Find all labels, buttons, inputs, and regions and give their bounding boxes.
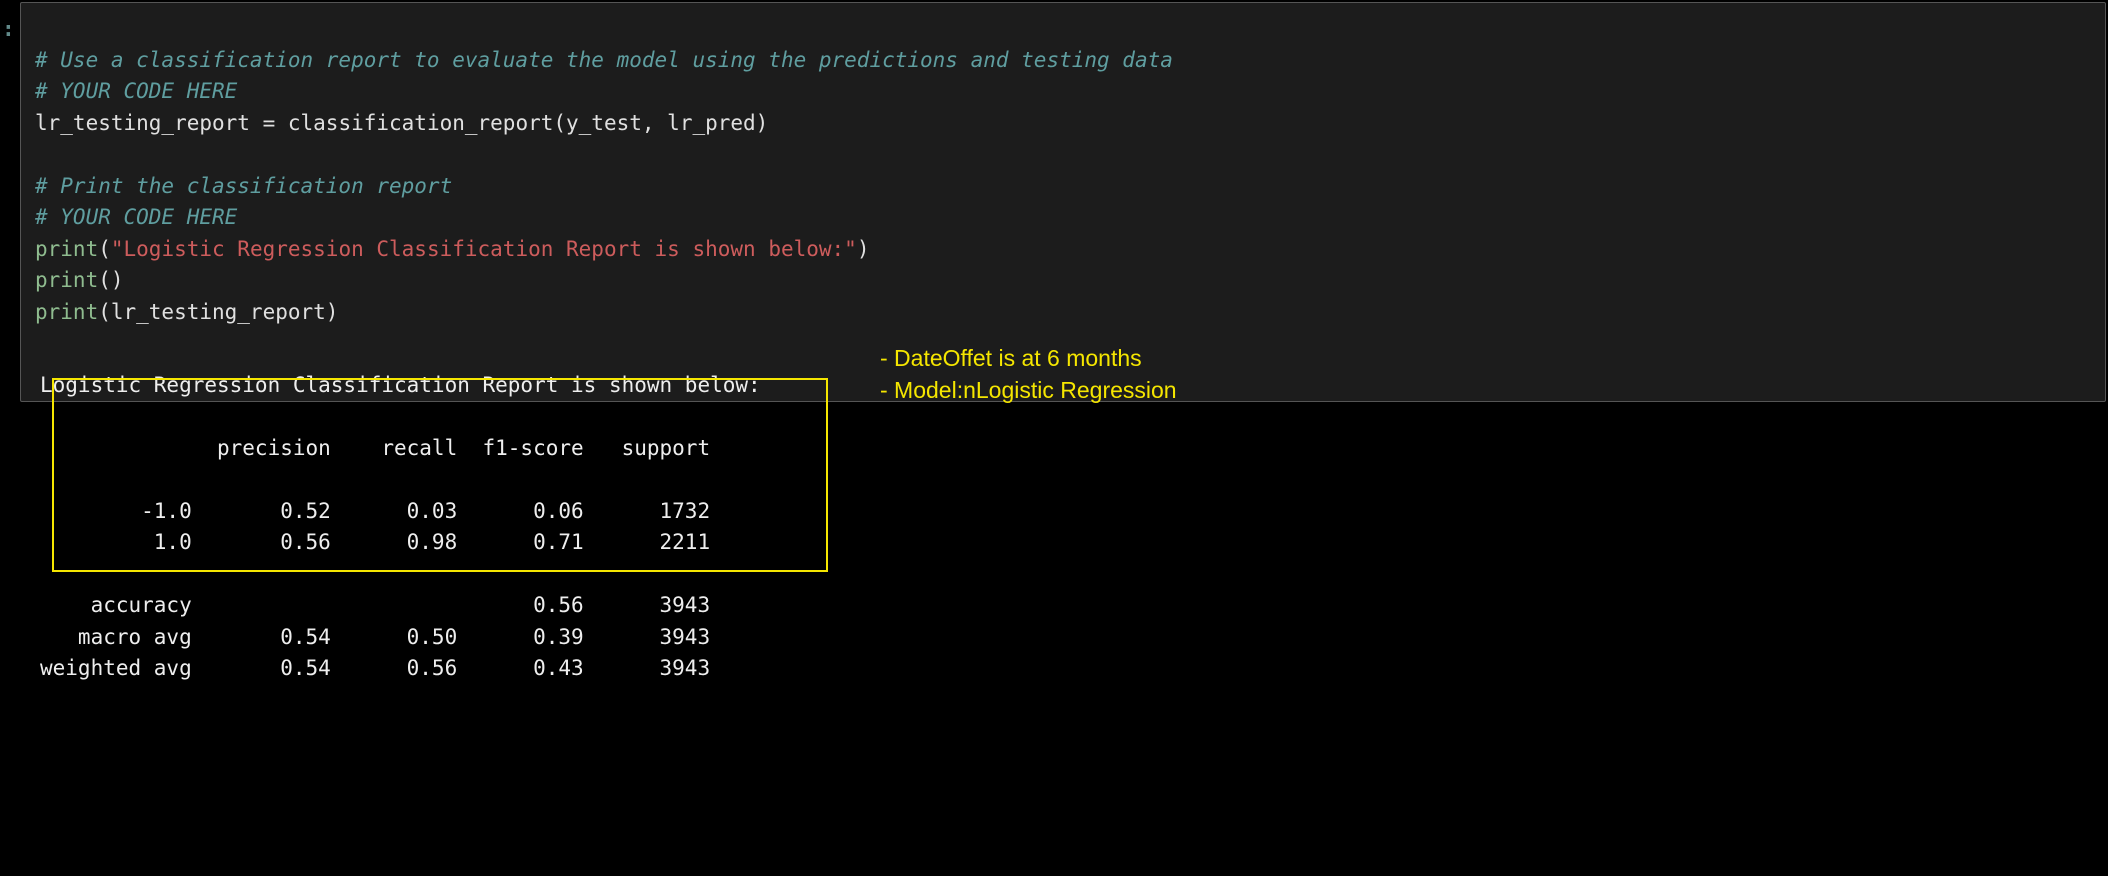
report-header-row: precision recall f1-score support [40,436,710,460]
code-token: ( [98,237,111,261]
annotation-line: - DateOffet is at 6 months [880,342,1177,374]
code-comment: # YOUR CODE HERE [35,79,237,103]
code-token: = [263,111,276,135]
code-token: () [98,268,123,292]
execution-prompt: : [2,14,15,46]
output-text: Logistic Regression Classification Repor… [40,370,761,685]
code-string: "Logistic Regression Classification Repo… [111,237,857,261]
report-row: macro avg 0.54 0.50 0.39 3943 [40,625,710,649]
report-row: weighted avg 0.54 0.56 0.43 3943 [40,656,710,680]
annotation-line: - Model:nLogistic Regression [880,374,1177,406]
code-token: classification_report(y_test, lr_pred) [275,111,768,135]
notebook-cell-container: : # Use a classification report to evalu… [0,0,2108,876]
code-token: print [35,300,98,324]
code-comment: # Use a classification report to evaluat… [35,48,1173,72]
report-row: accuracy 0.56 3943 [40,593,710,617]
code-token: print [35,237,98,261]
annotation-text: - DateOffet is at 6 months - Model:nLogi… [880,342,1177,406]
code-text: # Use a classification report to evaluat… [35,45,2091,329]
code-token: print [35,268,98,292]
report-row: 1.0 0.56 0.98 0.71 2211 [40,530,710,554]
report-row: -1.0 0.52 0.03 0.06 1732 [40,499,710,523]
code-token: ) [857,237,870,261]
code-token: (lr_testing_report) [98,300,338,324]
code-output: Logistic Regression Classification Repor… [40,338,761,748]
code-comment: # Print the classification report [35,174,452,198]
code-token: lr_testing_report [35,111,263,135]
output-heading: Logistic Regression Classification Repor… [40,373,761,397]
code-comment: # YOUR CODE HERE [35,205,237,229]
